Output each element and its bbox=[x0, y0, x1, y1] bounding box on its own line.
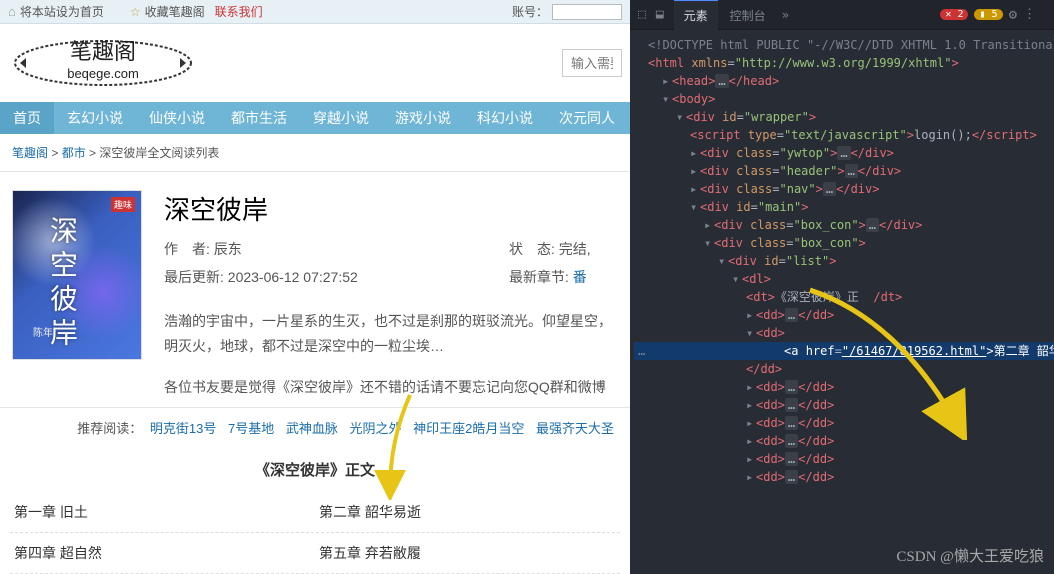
site-logo[interactable]: 笔趣阁 beqege.com bbox=[8, 33, 198, 93]
more-tabs[interactable]: » bbox=[782, 8, 789, 22]
author-label: 作 者: bbox=[164, 241, 214, 257]
crumb-category[interactable]: 都市 bbox=[62, 146, 86, 160]
chapter-link[interactable]: 第二章 韶华易逝 bbox=[319, 504, 421, 520]
home-icon: ⌂ bbox=[8, 4, 16, 19]
recommend-label: 推荐阅读： bbox=[77, 421, 142, 436]
watermark: CSDN @懒大王爱吃狼 bbox=[896, 545, 1044, 566]
status-label: 状 态: bbox=[509, 241, 559, 257]
nav-ciyuan[interactable]: 次元同人 bbox=[546, 102, 628, 134]
rec-1[interactable]: 7号基地 bbox=[228, 421, 274, 436]
inspect-icon[interactable]: ⬚ bbox=[638, 7, 646, 22]
svg-text:笔趣阁: 笔趣阁 bbox=[70, 39, 136, 64]
nav-xuanhuan[interactable]: 玄幻小说 bbox=[54, 102, 136, 134]
favorite-link[interactable]: 收藏笔趣阁 bbox=[145, 3, 205, 20]
main-nav: 首页 玄幻小说 仙侠小说 都市生活 穿越小说 游戏小说 科幻小说 次元同人 bbox=[0, 102, 630, 134]
book-cover[interactable]: 趣味 深空彼岸 陈年 bbox=[12, 190, 142, 360]
browser-panel: ⌂ 将本站设为首页 ☆ 收藏笔趣阁 联系我们 账号： 笔趣阁 beqege.co… bbox=[0, 0, 630, 574]
recommend-row: 推荐阅读： 明克街13号 7号基地 武神血脉 光阴之外 神印王座2皓月当空 最强… bbox=[0, 407, 630, 447]
update-time: 2023-06-12 07:27:52 bbox=[228, 269, 358, 285]
kebab-icon[interactable]: ⋮ bbox=[1023, 7, 1036, 22]
dom-tree[interactable]: <!DOCTYPE html PUBLIC "-//W3C//DTD XHTML… bbox=[630, 30, 1054, 492]
rec-2[interactable]: 武神血脉 bbox=[286, 421, 338, 436]
book-desc: 浩瀚的宇宙中，一片星系的生灭，也不过是刹那的斑驳流光。仰望星空，明灭火，地球，都… bbox=[164, 309, 618, 359]
nav-home[interactable]: 首页 bbox=[0, 102, 54, 134]
cover-sub: 陈年 bbox=[33, 324, 53, 339]
nav-youxi[interactable]: 游戏小说 bbox=[382, 102, 464, 134]
account-input[interactable] bbox=[552, 4, 622, 20]
chapter-link[interactable]: 第一章 旧土 bbox=[14, 504, 88, 520]
book-info: 趣味 深空彼岸 陈年 深空彼岸 作 者: 辰东 状 态: 完结, 最后更新: 2… bbox=[0, 172, 630, 407]
rec-5[interactable]: 最强齐天大圣 bbox=[536, 421, 614, 436]
chapter-list-title: 《深空彼岸》正文 bbox=[0, 447, 630, 492]
crumb-home[interactable]: 笔趣阁 bbox=[12, 146, 48, 160]
error-badge[interactable]: ✕ 2 bbox=[940, 9, 968, 20]
cover-tag: 趣味 bbox=[111, 197, 135, 212]
status: 完结, bbox=[559, 241, 591, 257]
author: 辰东 bbox=[214, 241, 242, 257]
nav-dushi[interactable]: 都市生活 bbox=[218, 102, 300, 134]
nav-xianxia[interactable]: 仙侠小说 bbox=[136, 102, 218, 134]
chapter-list: 第一章 旧土 第二章 韶华易逝 第四章 超自然 第五章 弃若敝履 第七章 列仙不… bbox=[0, 492, 630, 574]
svg-text:beqege.com: beqege.com bbox=[67, 66, 139, 81]
book-title: 深空彼岸 bbox=[164, 190, 618, 227]
nav-chuanyue[interactable]: 穿越小说 bbox=[300, 102, 382, 134]
gear-icon[interactable]: ⚙ bbox=[1009, 7, 1017, 23]
account-label: 账号： bbox=[512, 3, 548, 20]
search-input[interactable] bbox=[562, 49, 622, 77]
tab-console[interactable]: 控制台 bbox=[720, 0, 776, 30]
chapter-link[interactable]: 第五章 弃若敝履 bbox=[319, 545, 421, 561]
contact-link[interactable]: 联系我们 bbox=[215, 3, 263, 20]
chapter-link[interactable]: 第四章 超自然 bbox=[14, 545, 102, 561]
crumb-current: 深空彼岸全文阅读列表 bbox=[99, 146, 219, 160]
header-row: 笔趣阁 beqege.com bbox=[0, 24, 630, 102]
update-label: 最后更新: bbox=[164, 269, 228, 285]
rec-0[interactable]: 明克街13号 bbox=[150, 421, 216, 436]
devtools-panel: ⬚ ⬓ 元素 控制台 » ✕ 2 ▮ 5 ⚙ ⋮ <!DOCTYPE html … bbox=[630, 0, 1054, 574]
devtools-header: ⬚ ⬓ 元素 控制台 » ✕ 2 ▮ 5 ⚙ ⋮ bbox=[630, 0, 1054, 30]
device-icon[interactable]: ⬓ bbox=[656, 7, 664, 22]
warn-badge[interactable]: ▮ 5 bbox=[974, 9, 1002, 20]
tab-elements[interactable]: 元素 bbox=[674, 0, 718, 30]
breadcrumb: 笔趣阁 > 都市 > 深空彼岸全文阅读列表 bbox=[0, 134, 630, 172]
star-icon: ☆ bbox=[130, 5, 141, 19]
latest-chapter[interactable]: 番 bbox=[573, 269, 587, 285]
set-home-link[interactable]: 将本站设为首页 bbox=[20, 3, 104, 20]
latest-label: 最新章节: bbox=[509, 269, 573, 285]
nav-kehuan[interactable]: 科幻小说 bbox=[464, 102, 546, 134]
book-note: 各位书友要是觉得《深空彼岸》还不错的话请不要忘记向您QQ群和微博 bbox=[164, 377, 618, 397]
rec-3[interactable]: 光阴之外 bbox=[349, 421, 401, 436]
rec-4[interactable]: 神印王座2皓月当空 bbox=[413, 421, 524, 436]
top-bar: ⌂ 将本站设为首页 ☆ 收藏笔趣阁 联系我们 账号： bbox=[0, 0, 630, 24]
